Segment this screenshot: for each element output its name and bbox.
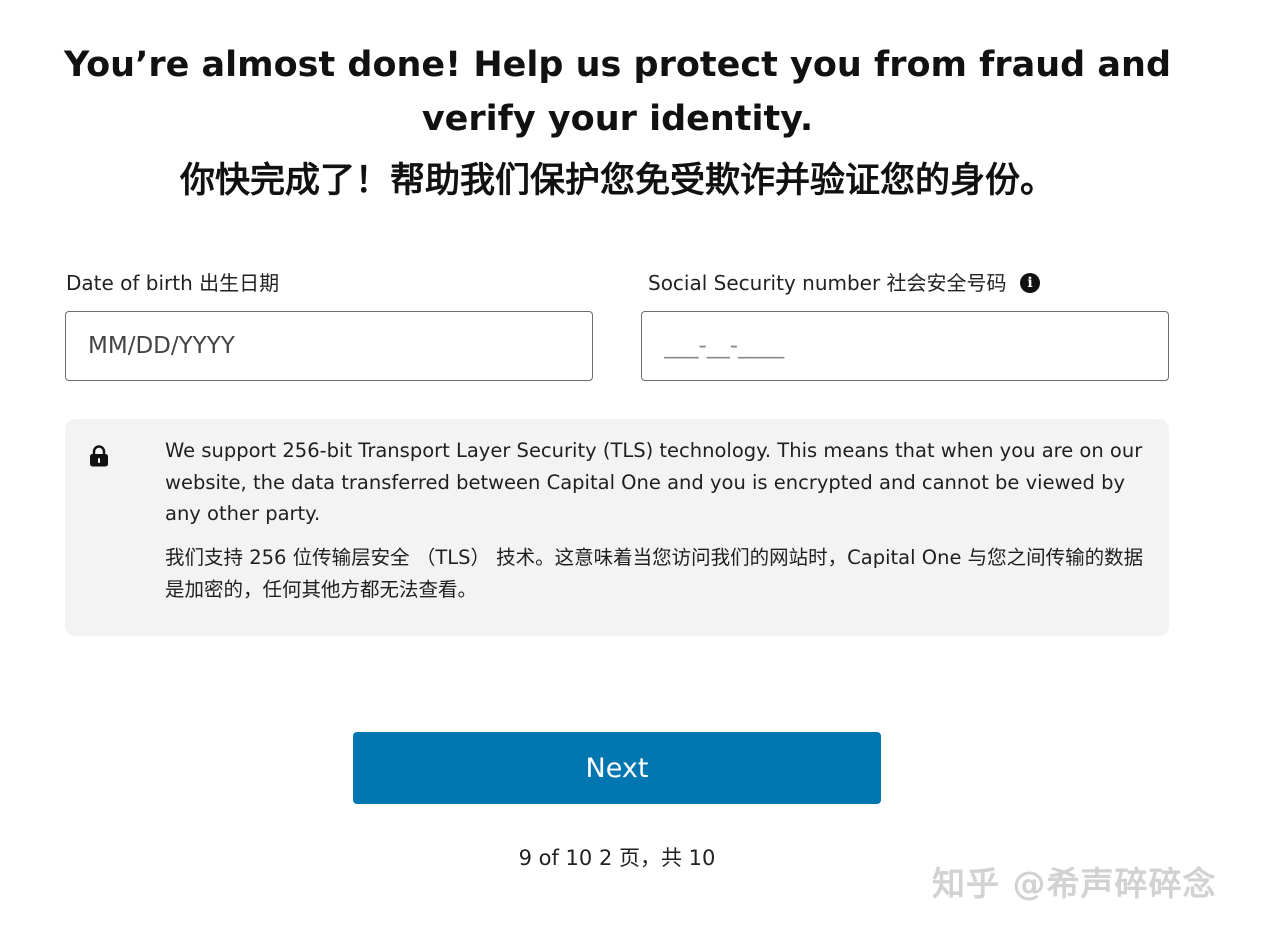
ssn-label: Social Security number 社会安全号码 (648, 271, 1007, 295)
watermark: 知乎 @希声碎碎念 (932, 864, 1217, 903)
page-title: You’re almost done! Help us protect you … (63, 45, 1172, 139)
date-of-birth-input[interactable] (65, 311, 593, 381)
security-notice-text-chinese: 我们支持 256 位传输层安全 （TLS） 技术。这意味着当您访问我们的网站时，… (165, 546, 1144, 601)
security-notice: We support 256-bit Transport Layer Secur… (65, 419, 1169, 636)
next-button[interactable]: Next (353, 732, 881, 804)
lock-icon (90, 445, 108, 467)
info-icon[interactable]: i (1020, 273, 1040, 293)
ssn-input[interactable] (641, 311, 1169, 381)
verify-identity-page: You’re almost done! Help us protect you … (0, 0, 1275, 935)
page-title-chinese: 你快完成了！帮助我们保护您免受欺诈并验证您的身份。 (179, 161, 1055, 201)
date-of-birth-label: Date of birth 出生日期 (66, 271, 280, 295)
progress-indicator: 9 of 10 2 页，共 10 (518, 846, 716, 870)
security-notice-text: We support 256-bit Transport Layer Secur… (165, 439, 1143, 525)
